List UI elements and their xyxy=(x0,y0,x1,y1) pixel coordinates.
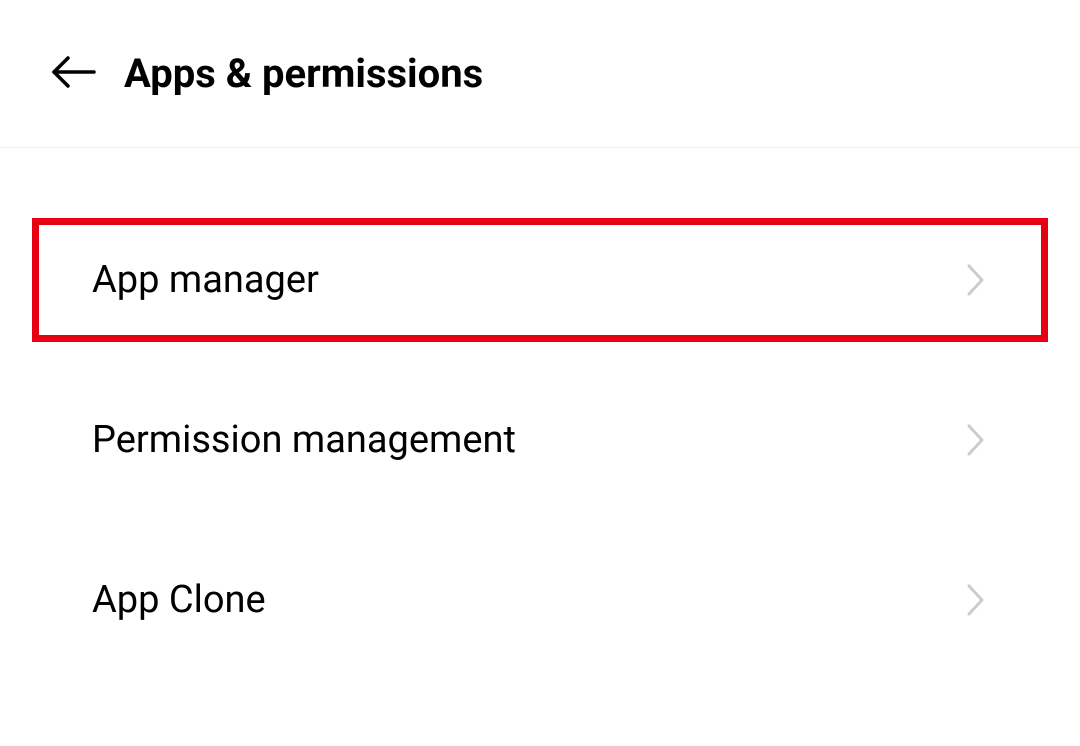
list-item-app-clone[interactable]: App Clone xyxy=(32,538,1048,662)
item-label: App manager xyxy=(92,258,319,302)
item-label: App Clone xyxy=(92,578,266,622)
header: Apps & permissions xyxy=(0,0,1080,148)
back-button[interactable] xyxy=(50,54,106,94)
chevron-right-icon xyxy=(964,260,988,300)
settings-list: App manager Permission management App Cl… xyxy=(0,148,1080,662)
page-title: Apps & permissions xyxy=(124,50,483,97)
back-arrow-icon xyxy=(50,56,98,92)
list-item-app-manager[interactable]: App manager xyxy=(32,218,1048,342)
chevron-right-icon xyxy=(964,580,988,620)
list-item-permission-management[interactable]: Permission management xyxy=(32,378,1048,502)
chevron-right-icon xyxy=(964,420,988,460)
item-label: Permission management xyxy=(92,418,516,462)
